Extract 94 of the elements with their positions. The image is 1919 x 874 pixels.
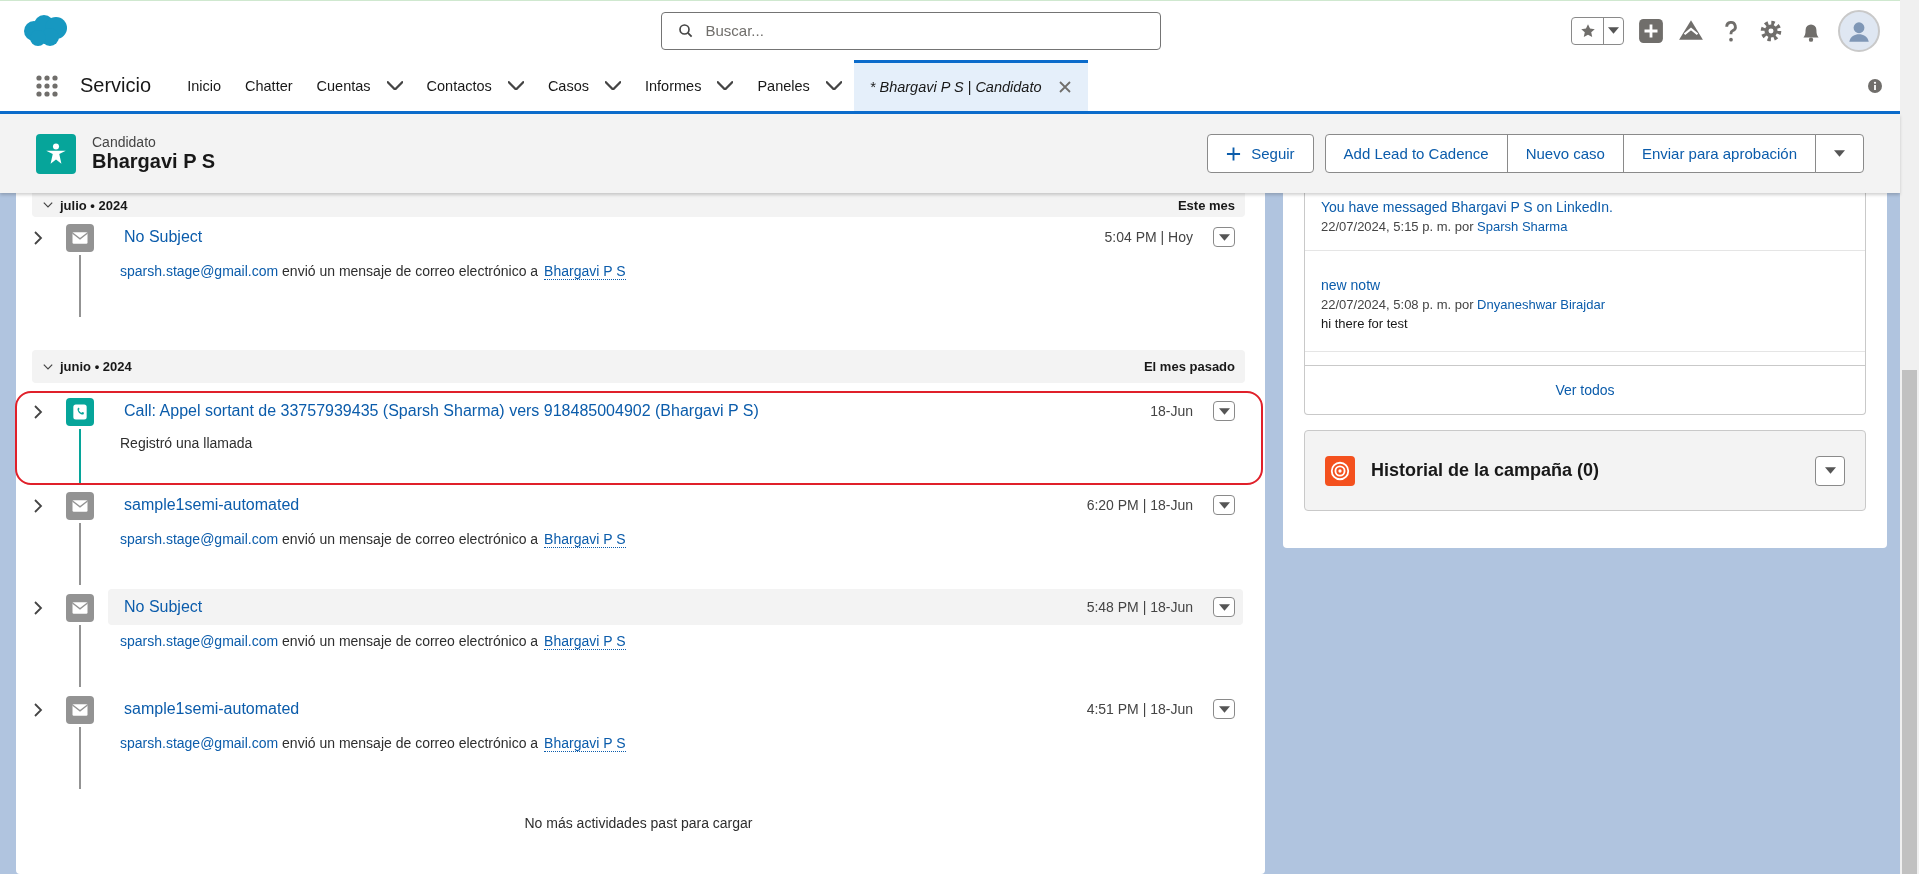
nav-tab[interactable]: Cuentas [304,60,415,111]
recipient-link[interactable]: Bhargavi P S [544,263,626,280]
chevron-right-icon[interactable] [32,601,44,615]
workspace-tab[interactable]: * Bhargavi P S | Candidato [853,60,1088,111]
card-title: Historial de la campaña (0) [1371,460,1601,481]
chevron-down-icon[interactable] [717,81,734,90]
note-date: 22/07/2024, 5:08 p. m. por [1321,297,1475,312]
recipient-link[interactable]: Bhargavi P S [544,735,626,752]
activity-title-link[interactable]: sample1semi-automated [124,496,1077,514]
chevron-right-icon[interactable] [32,499,44,513]
email-icon [66,224,94,252]
app-name: Servicio [80,74,152,97]
month-label: julio • 2024 [60,197,128,213]
activity-menu-button[interactable] [1213,495,1235,515]
nav-tab[interactable]: Informes [633,60,746,111]
activity-description: Registró una llamada [120,435,253,451]
activity-title-link[interactable]: Call: Appel sortant de 33757939435 (Sparsh Sharma) vers 918485004902 (Bhargavi P S) [124,402,1141,420]
note-title-link[interactable]: new notw [1321,277,1849,293]
activity-description: envió un mensaje de correo electrónico a [281,263,539,279]
call-icon [66,398,94,426]
nav-tab[interactable]: Chatter [233,60,305,111]
activity-menu-button[interactable] [1213,699,1235,719]
caret-icon [1218,705,1230,713]
caret-icon [1218,233,1230,241]
author-link[interactable]: Dnyaneshwar Birajdar [1477,297,1605,312]
app-launcher-icon[interactable] [36,74,58,97]
caret-icon [1218,501,1230,509]
card-menu-button[interactable] [1815,455,1845,486]
caret-icon [1218,603,1230,611]
nav-tab[interactable]: Paneles [745,60,854,111]
month-label: junio • 2024 [60,359,132,374]
month-header[interactable]: junio • 2024 El mes pasado [32,350,1245,383]
activity-date: 4:51 PM | 18-Jun [1086,701,1193,717]
view-all-link[interactable]: Ver todos [1305,366,1865,414]
sender-email-link[interactable]: sparsh.stage@gmail.com [120,531,279,547]
target-icon [1325,455,1355,486]
note-body: hi there for test [1321,316,1409,331]
email-icon [66,696,94,724]
chevron-down-icon[interactable] [507,81,524,90]
object-type-label: Candidato [92,134,157,150]
activity-menu-button[interactable] [1213,401,1235,421]
recipient-link[interactable]: Bhargavi P S [544,633,626,650]
follow-button[interactable]: Seguir [1207,134,1314,173]
avatar-button[interactable] [1838,9,1880,52]
activity-date: 18-Jun [1150,403,1193,419]
author-link[interactable]: Sparsh Sharma [1477,219,1568,234]
sender-email-link[interactable]: sparsh.stage@gmail.com [120,633,279,649]
chevron-down-icon[interactable] [825,81,842,90]
activity-description: envió un mensaje de correo electrónico a [281,531,539,547]
more-actions-button[interactable] [1815,134,1864,173]
activity-title-link[interactable]: No Subject [124,228,1095,246]
action-button[interactable]: Nuevo caso [1506,134,1624,173]
activity-title-link[interactable]: No Subject [124,598,1077,616]
close-icon[interactable] [1057,80,1072,94]
scrollbar-thumb[interactable] [1902,370,1917,874]
action-button[interactable]: Add Lead to Cadence [1324,134,1508,173]
no-more-activities-text: No más actividades past para cargar [523,814,754,831]
scrollbar[interactable] [1900,0,1919,874]
activity-menu-button[interactable] [1213,227,1235,247]
record-name: Bhargavi P S [92,150,216,173]
note-title-link[interactable]: You have messaged Bhargavi P S on LinkedIn. [1321,199,1849,215]
action-button[interactable]: Enviar para aprobación [1622,134,1816,173]
activity-description: envió un mensaje de correo electrónico a [281,633,539,649]
activity-description: envió un mensaje de correo electrónico a [281,735,539,751]
activity-title-link[interactable]: sample1semi-automated [124,700,1077,718]
activity-date: 6:20 PM | 18-Jun [1086,497,1193,513]
search-field[interactable]: Buscar... [660,11,1161,50]
sender-email-link[interactable]: sparsh.stage@gmail.com [120,735,279,751]
email-icon [66,594,94,622]
info-icon[interactable] [1868,78,1882,93]
relative-period-label: Este mes [1177,197,1235,213]
chevron-down-icon[interactable] [386,81,403,90]
relative-period-label: El mes pasado [1143,359,1235,374]
caret-icon [1824,467,1836,474]
activity-date: 5:48 PM | 18-Jun [1086,599,1193,615]
chevron-right-icon[interactable] [32,405,44,419]
chevron-down-icon[interactable] [605,81,621,90]
nav-tab[interactable]: Casos [535,60,633,111]
caret-icon [1834,150,1845,157]
month-header[interactable]: julio • 2024 Este mes [32,193,1245,217]
nav-tab[interactable]: Contactos [414,60,536,111]
activity-menu-button[interactable] [1213,597,1235,617]
search-icon [676,21,695,40]
email-icon [66,492,94,520]
note-date: 22/07/2024, 5:15 p. m. por [1321,219,1475,234]
chevron-right-icon[interactable] [32,231,44,245]
nav-tab[interactable]: Inicio [175,60,233,111]
recipient-link[interactable]: Bhargavi P S [544,531,626,548]
caret-icon [1218,407,1230,415]
caret-icon [1608,27,1619,34]
sender-email-link[interactable]: sparsh.stage@gmail.com [120,263,279,279]
plus-icon[interactable] [1638,17,1664,44]
chevron-right-icon[interactable] [32,703,44,717]
activity-date: 5:04 PM | Hoy [1104,229,1193,245]
